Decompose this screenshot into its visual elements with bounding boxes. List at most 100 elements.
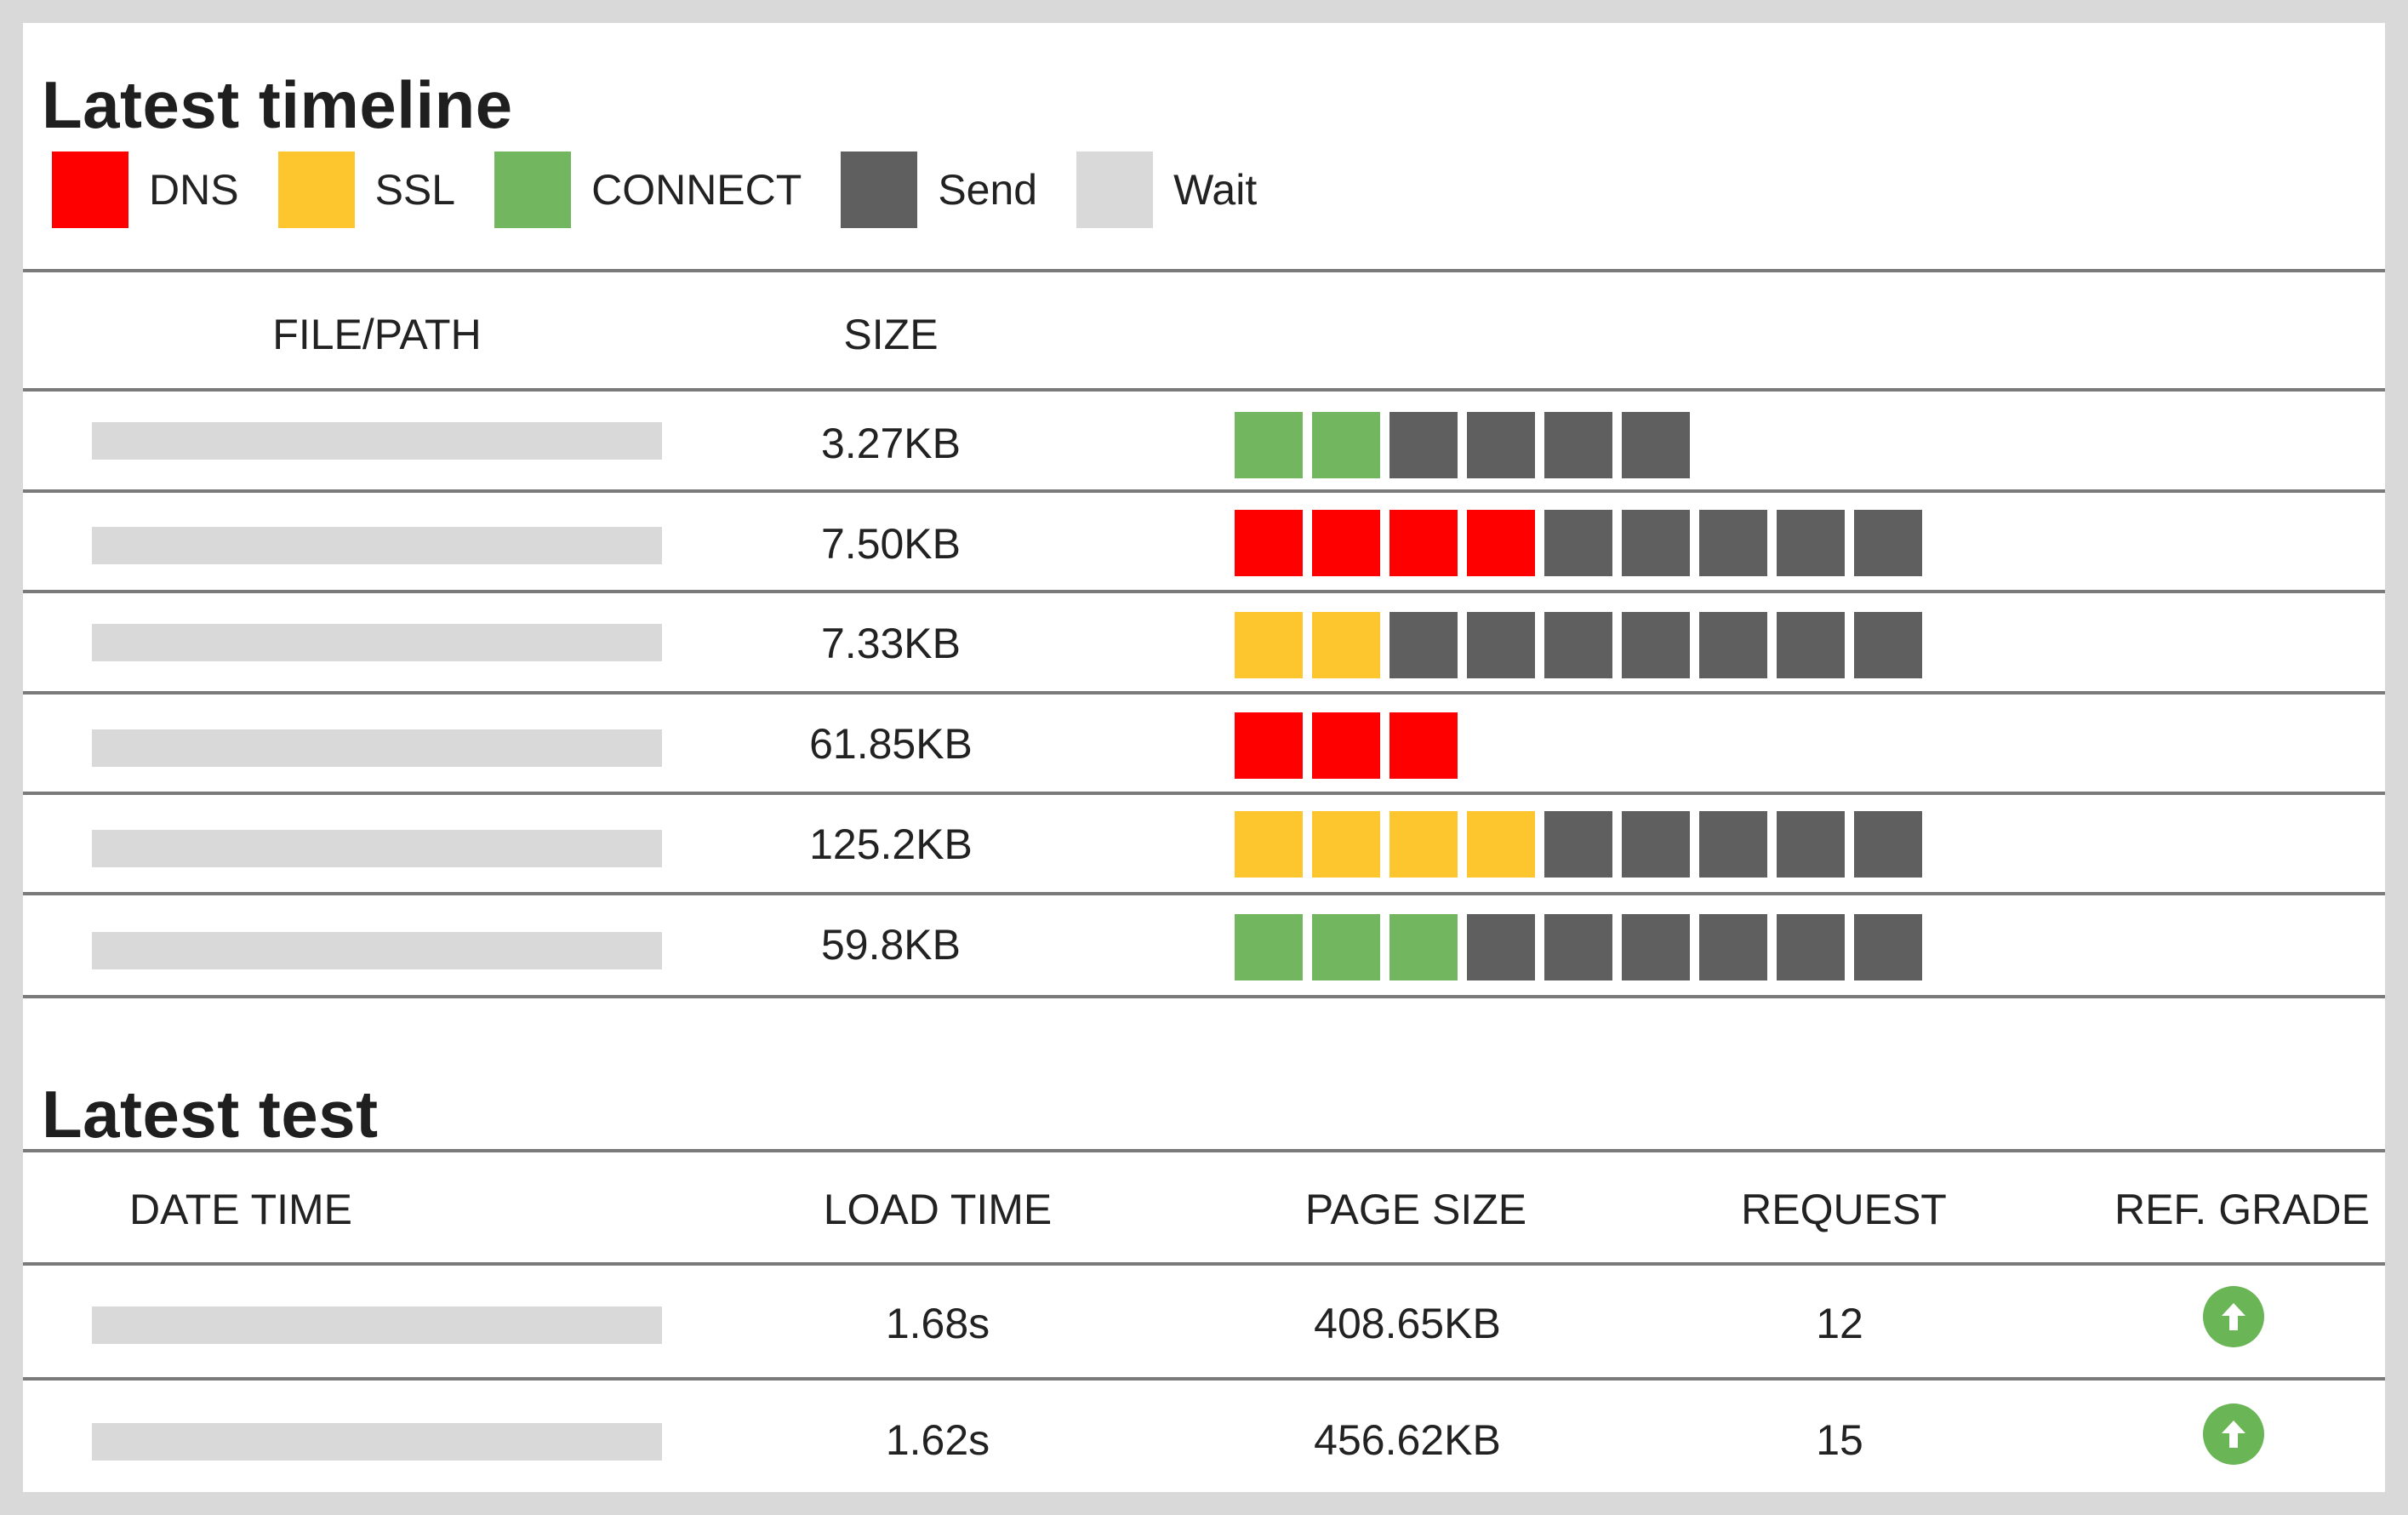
timeline-segment-send xyxy=(1699,510,1767,576)
timeline-segment-connect xyxy=(1312,412,1380,478)
column-header-ref-grade: REF. GRADE xyxy=(2114,1186,2371,1233)
legend-label: CONNECT xyxy=(591,166,802,214)
timeline-bar xyxy=(1235,412,1699,478)
timeline-segment-dns xyxy=(1235,510,1303,576)
legend-label: Send xyxy=(938,166,1038,214)
file-path-placeholder xyxy=(92,527,662,564)
timeline-title: Latest timeline xyxy=(42,67,513,142)
column-header-file-path: FILE/PATH xyxy=(272,311,482,358)
file-size: 61.85KB xyxy=(809,720,973,768)
file-size: 7.50KB xyxy=(820,520,961,568)
column-header-size: SIZE xyxy=(843,311,939,358)
legend-item-ssl: SSL xyxy=(277,152,456,228)
timeline-segment-ssl xyxy=(1389,811,1458,878)
timeline-segment-send xyxy=(1544,510,1612,576)
arrow-up-glyph xyxy=(2222,1421,2245,1448)
divider xyxy=(23,388,2385,392)
divider xyxy=(23,1377,2385,1381)
timeline-segment-send xyxy=(1699,914,1767,980)
timeline-segment-send xyxy=(1777,510,1845,576)
timeline-segment-ssl xyxy=(1312,811,1380,878)
page-size: 408.65KB xyxy=(1314,1300,1501,1347)
file-size: 125.2KB xyxy=(809,820,973,868)
timeline-segment-send xyxy=(1389,612,1458,678)
timeline-segment-ssl xyxy=(1235,612,1303,678)
timeline-segment-send xyxy=(1777,612,1845,678)
legend-swatch-ssl xyxy=(277,152,355,228)
timeline-segment-send xyxy=(1622,914,1690,980)
file-path-placeholder xyxy=(92,830,662,867)
timeline-segment-ssl xyxy=(1235,811,1303,878)
legend-label: SSL xyxy=(374,166,456,214)
timeline-segment-send xyxy=(1699,811,1767,878)
column-header-page-size: PAGE SIZE xyxy=(1304,1186,1527,1233)
timeline-segment-send xyxy=(1622,811,1690,878)
timeline-segment-dns xyxy=(1312,712,1380,779)
report-panel: Latest timeline DNS SSL CONNECT Send Wai… xyxy=(23,23,2385,1492)
arrow-up-circle-icon xyxy=(2203,1286,2264,1347)
timeline-segment-dns xyxy=(1389,510,1458,576)
column-header-load-time: LOAD TIME xyxy=(823,1186,1053,1233)
divider xyxy=(23,892,2385,895)
timeline-segment-dns xyxy=(1312,510,1380,576)
timeline-segment-send xyxy=(1622,612,1690,678)
divider xyxy=(23,691,2385,695)
legend-item-connect: CONNECT xyxy=(494,152,802,228)
legend-label: Wait xyxy=(1173,166,1258,214)
timeline-segment-send xyxy=(1777,914,1845,980)
file-path-placeholder xyxy=(92,729,662,767)
timeline-segment-connect xyxy=(1389,914,1458,980)
timeline-segment-ssl xyxy=(1312,612,1380,678)
timeline-segment-send xyxy=(1777,811,1845,878)
arrow-up-circle-icon xyxy=(2203,1404,2264,1465)
legend-label: DNS xyxy=(149,166,239,214)
page-size: 456.62KB xyxy=(1314,1416,1501,1464)
file-path-placeholder xyxy=(92,422,662,460)
request-count: 12 xyxy=(1816,1300,1863,1347)
timeline-segment-send xyxy=(1622,510,1690,576)
timeline-segment-send xyxy=(1544,412,1612,478)
load-time: 1.68s xyxy=(885,1300,990,1347)
legend-swatch-wait xyxy=(1076,152,1154,228)
timeline-segment-dns xyxy=(1235,712,1303,779)
timeline-segment-send xyxy=(1854,914,1922,980)
file-size: 7.33KB xyxy=(820,620,961,667)
column-header-date-time: DATE TIME xyxy=(128,1186,353,1233)
legend-swatch-dns xyxy=(52,152,128,228)
divider xyxy=(23,995,2385,998)
request-count: 15 xyxy=(1816,1416,1863,1464)
timeline-legend: DNS SSL CONNECT Send Wait xyxy=(52,151,1296,229)
divider xyxy=(23,590,2385,593)
divider xyxy=(23,1262,2385,1266)
timeline-segment-send xyxy=(1467,612,1535,678)
date-time-placeholder xyxy=(92,1306,662,1344)
file-size: 59.8KB xyxy=(820,921,961,969)
timeline-segment-connect xyxy=(1235,914,1303,980)
timeline-segment-send xyxy=(1854,811,1922,878)
legend-item-dns: DNS xyxy=(52,152,239,228)
timeline-bar xyxy=(1235,811,1932,878)
timeline-segment-send xyxy=(1622,412,1690,478)
timeline-segment-connect xyxy=(1312,914,1380,980)
file-size: 3.27KB xyxy=(820,420,961,467)
arrow-up-glyph xyxy=(2222,1303,2245,1330)
timeline-bar xyxy=(1235,612,1932,678)
file-path-placeholder xyxy=(92,932,662,969)
load-time: 1.62s xyxy=(885,1416,990,1464)
divider xyxy=(23,1149,2385,1152)
timeline-bar xyxy=(1235,712,1467,779)
legend-item-wait: Wait xyxy=(1076,152,1257,228)
legend-swatch-connect xyxy=(494,152,572,228)
column-header-request: REQUEST xyxy=(1741,1186,1947,1233)
divider xyxy=(23,792,2385,795)
timeline-segment-send xyxy=(1854,612,1922,678)
timeline-segment-send xyxy=(1854,510,1922,576)
timeline-segment-send xyxy=(1544,914,1612,980)
date-time-placeholder xyxy=(92,1423,662,1461)
timeline-segment-send xyxy=(1467,914,1535,980)
timeline-segment-connect xyxy=(1235,412,1303,478)
divider xyxy=(23,269,2385,272)
timeline-bar xyxy=(1235,914,1932,980)
timeline-segment-dns xyxy=(1467,510,1535,576)
divider xyxy=(23,489,2385,493)
